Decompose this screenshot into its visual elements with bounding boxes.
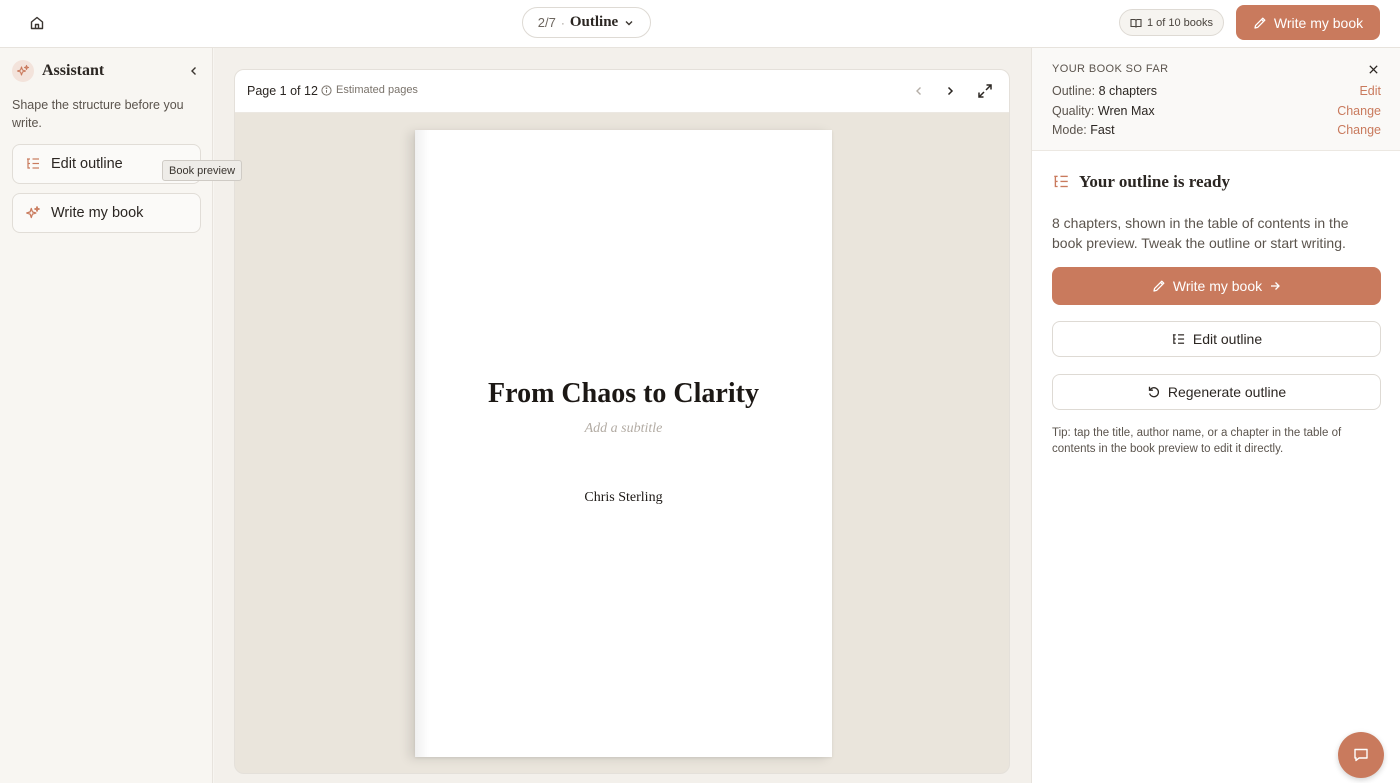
sidebar-item-label: Edit outline bbox=[51, 156, 123, 172]
outline-ready-header: Your outline is ready bbox=[1052, 172, 1230, 192]
summary-value: Fast bbox=[1090, 123, 1115, 137]
edit-outline-button[interactable]: Edit outline bbox=[1052, 321, 1381, 357]
chevron-left-icon bbox=[191, 67, 196, 75]
sidebar-item-label: Write my book bbox=[51, 205, 144, 221]
page-indicator: Page 1 of 12 bbox=[247, 84, 318, 98]
step-counter: 2/7 bbox=[537, 15, 556, 30]
arrow-right-icon bbox=[1271, 282, 1281, 290]
books-count-badge[interactable]: 1 of 10 books bbox=[1119, 9, 1224, 36]
pencil-icon bbox=[1254, 17, 1266, 29]
sidebar-header: Assistant bbox=[12, 60, 202, 82]
chat-bubble-icon bbox=[1354, 748, 1368, 762]
top-bar: 2/7 · Outline 1 of 10 books Write my boo… bbox=[0, 0, 1400, 48]
book-summary: YOUR BOOK SO FAR Outline: 8 chapters Edi… bbox=[1032, 48, 1400, 151]
change-mode-link[interactable]: Change bbox=[1337, 123, 1381, 137]
book-title[interactable]: From Chaos to Clarity bbox=[415, 378, 832, 410]
home-button[interactable] bbox=[22, 10, 52, 36]
summary-heading: YOUR BOOK SO FAR bbox=[1052, 63, 1169, 75]
assistant-sidebar: Assistant Shape the structure before you… bbox=[0, 48, 213, 783]
info-icon bbox=[321, 84, 332, 96]
chevron-right-icon bbox=[947, 86, 954, 96]
book-preview-frame: Page 1 of 12 Estimated pages From Chaos … bbox=[234, 69, 1010, 774]
outline-ready-description: 8 chapters, shown in the table of conten… bbox=[1052, 215, 1349, 251]
write-my-book-label: Write my book bbox=[1172, 278, 1263, 294]
sidebar-write-my-book-button[interactable]: Write my book bbox=[12, 193, 201, 233]
fullscreen-button[interactable] bbox=[975, 81, 995, 101]
next-page-button[interactable] bbox=[941, 82, 959, 100]
book-cover-page[interactable]: From Chaos to Clarity Add a subtitle Chr… bbox=[415, 130, 832, 757]
previous-page-button[interactable] bbox=[910, 82, 928, 100]
outline-list-icon bbox=[27, 158, 39, 169]
home-icon bbox=[30, 16, 44, 30]
step-separator: · bbox=[560, 15, 565, 30]
summary-key: Outline: bbox=[1052, 84, 1096, 98]
sidebar-description: Shape the structure before you write. bbox=[12, 98, 184, 130]
outline-list-icon bbox=[1172, 333, 1184, 344]
assistant-logo bbox=[12, 60, 34, 82]
edit-outline-link[interactable]: Edit bbox=[1359, 84, 1381, 98]
book-preview-tooltip: Book preview bbox=[162, 160, 243, 181]
summary-key: Quality: bbox=[1052, 104, 1095, 118]
book-subtitle-placeholder[interactable]: Add a subtitle bbox=[415, 421, 832, 437]
regenerate-outline-label: Regenerate outline bbox=[1167, 384, 1287, 400]
close-summary-button[interactable] bbox=[1365, 61, 1381, 77]
sidebar-title: Assistant bbox=[42, 62, 105, 79]
estimated-pages-note: Estimated pages bbox=[321, 84, 418, 96]
book-icon bbox=[1130, 18, 1142, 28]
preview-toolbar: Page 1 of 12 Estimated pages bbox=[235, 70, 1009, 113]
outline-list-icon bbox=[1054, 175, 1068, 188]
pencil-icon bbox=[1153, 280, 1165, 292]
expand-icon bbox=[978, 84, 992, 98]
book-preview-area: Page 1 of 12 Estimated pages From Chaos … bbox=[214, 48, 1031, 783]
summary-key: Mode: bbox=[1052, 123, 1087, 137]
editing-tip: Tip: tap the title, author name, or a ch… bbox=[1052, 427, 1342, 455]
sparkle-icon bbox=[26, 206, 40, 219]
summary-value: Wren Max bbox=[1097, 104, 1155, 118]
summary-row-mode: Mode: Fast Change bbox=[1052, 123, 1381, 137]
write-my-book-label: Write my book bbox=[1273, 14, 1364, 31]
books-count-label: 1 of 10 books bbox=[1146, 16, 1214, 29]
change-quality-link[interactable]: Change bbox=[1337, 104, 1381, 118]
chevron-left-icon bbox=[916, 87, 921, 95]
refresh-icon bbox=[1148, 386, 1159, 398]
book-author[interactable]: Chris Sterling bbox=[415, 490, 832, 506]
step-selector[interactable]: 2/7 · Outline bbox=[522, 7, 651, 38]
close-icon bbox=[1368, 64, 1378, 74]
outline-ready-title: Your outline is ready bbox=[1079, 172, 1230, 191]
sparkle-icon bbox=[16, 64, 30, 76]
chevron-down-icon bbox=[625, 20, 633, 25]
summary-row-outline: Outline: 8 chapters Edit bbox=[1052, 84, 1381, 98]
regenerate-outline-button[interactable]: Regenerate outline bbox=[1052, 374, 1381, 410]
collapse-sidebar-button[interactable] bbox=[186, 63, 202, 79]
write-my-book-button[interactable]: Write my book bbox=[1236, 5, 1380, 40]
edit-outline-label: Edit outline bbox=[1192, 331, 1263, 347]
chat-button[interactable] bbox=[1338, 732, 1384, 778]
summary-value: 8 chapters bbox=[1098, 84, 1157, 98]
right-panel: YOUR BOOK SO FAR Outline: 8 chapters Edi… bbox=[1031, 48, 1400, 783]
estimated-pages-label: Estimated pages bbox=[336, 84, 418, 96]
summary-row-quality: Quality: Wren Max Change bbox=[1052, 104, 1381, 118]
step-name: Outline bbox=[569, 14, 619, 30]
write-my-book-primary-button[interactable]: Write my book bbox=[1052, 267, 1381, 305]
